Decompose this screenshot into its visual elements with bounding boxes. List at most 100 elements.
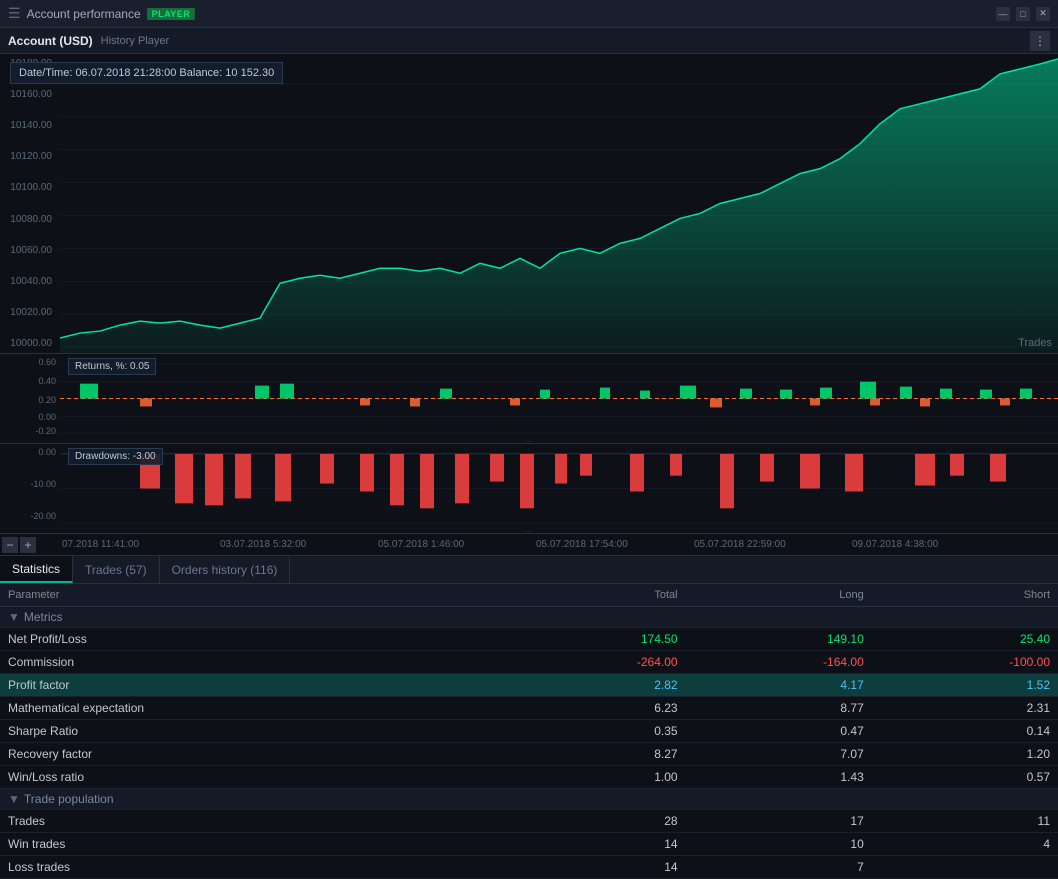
- long-cell: 7: [686, 856, 872, 879]
- resize-handle-returns[interactable]: ···: [476, 439, 582, 443]
- long-cell: 0.47: [686, 720, 872, 743]
- chart-y-label: 10160.00: [0, 89, 56, 100]
- title-text: Account performance: [27, 7, 141, 21]
- total-cell: 14: [499, 833, 685, 856]
- returns-chart: Returns, %: 0.05 0.60 0.40 0.20 0.00 -0.…: [0, 354, 1058, 444]
- param-cell: Win trades: [0, 833, 499, 856]
- short-cell: 11: [872, 810, 1058, 833]
- table-row[interactable]: Commission-264.00-164.00-100.00: [0, 651, 1058, 674]
- time-label-4: 05.07.2018 22:59:00: [694, 539, 786, 550]
- returns-tooltip: Returns, %: 0.05: [68, 358, 156, 375]
- total-cell: 14: [499, 856, 685, 879]
- tab-orders-history[interactable]: Orders history (116): [160, 556, 291, 583]
- long-cell: 4.17: [686, 674, 872, 697]
- col-parameter: Parameter: [0, 584, 499, 607]
- table-row[interactable]: Profit factor2.824.171.52: [0, 674, 1058, 697]
- zoom-out-button[interactable]: −: [2, 537, 18, 553]
- short-cell: 2.31: [872, 697, 1058, 720]
- time-label-3: 05.07.2018 17:54:00: [536, 539, 628, 550]
- col-long: Long: [686, 584, 872, 607]
- account-menu-button[interactable]: ⋮: [1030, 31, 1050, 51]
- table-row[interactable]: Recovery factor8.277.071.20: [0, 743, 1058, 766]
- expand-icon[interactable]: ▼: [8, 792, 20, 806]
- total-cell: 6.23: [499, 697, 685, 720]
- param-cell: Net Profit/Loss: [0, 628, 499, 651]
- main-chart-area[interactable]: [60, 54, 1058, 353]
- main-chart-y-axis: 10180.0010160.0010140.0010120.0010100.00…: [0, 54, 60, 353]
- short-cell: 25.40: [872, 628, 1058, 651]
- chart-y-label: 10080.00: [0, 214, 56, 225]
- expand-icon[interactable]: ▼: [8, 610, 20, 624]
- short-cell: 1.20: [872, 743, 1058, 766]
- tab-statistics[interactable]: Statistics: [0, 556, 73, 583]
- param-cell: Loss trades: [0, 856, 499, 879]
- long-cell: 10: [686, 833, 872, 856]
- stats-table-container[interactable]: Parameter Total Long Short ▼MetricsNet P…: [0, 584, 1058, 879]
- returns-y-1: 0.40: [38, 376, 56, 386]
- short-cell: -100.00: [872, 651, 1058, 674]
- time-label-2: 05.07.2018 1:46:00: [378, 539, 464, 550]
- table-row[interactable]: Trades281711: [0, 810, 1058, 833]
- chart-y-label: 10140.00: [0, 120, 56, 131]
- table-row[interactable]: Win trades14104: [0, 833, 1058, 856]
- main-chart-svg: [60, 54, 1058, 353]
- stats-table: Parameter Total Long Short ▼MetricsNet P…: [0, 584, 1058, 879]
- account-label: Account (USD): [8, 34, 93, 48]
- zoom-in-button[interactable]: +: [20, 537, 36, 553]
- close-button[interactable]: ✕: [1036, 7, 1050, 21]
- table-row[interactable]: Sharpe Ratio0.350.470.14: [0, 720, 1058, 743]
- chart-y-label: 10000.00: [0, 338, 56, 349]
- param-cell: Mathematical expectation: [0, 697, 499, 720]
- title-controls: — □ ✕: [996, 7, 1050, 21]
- chart-y-label: 10060.00: [0, 245, 56, 256]
- section-label: ▼Trade population: [0, 789, 1058, 810]
- param-cell: Recovery factor: [0, 743, 499, 766]
- account-bar: Account (USD) History Player ⋮: [0, 28, 1058, 54]
- total-cell: -264.00: [499, 651, 685, 674]
- table-row[interactable]: Loss trades147: [0, 856, 1058, 879]
- time-label-5: 09.07.2018 4:38:00: [852, 539, 938, 550]
- chart-y-label: 10020.00: [0, 307, 56, 318]
- resize-handle-drawdown[interactable]: ···: [476, 529, 582, 533]
- menu-icon[interactable]: ☰: [8, 5, 21, 22]
- player-badge: PLAYER: [147, 8, 196, 20]
- table-row[interactable]: Win/Loss ratio1.001.430.57: [0, 766, 1058, 789]
- table-row[interactable]: Net Profit/Loss174.50149.1025.40: [0, 628, 1058, 651]
- long-cell: 17: [686, 810, 872, 833]
- total-cell: 1.00: [499, 766, 685, 789]
- title-bar: ☰ Account performance PLAYER — □ ✕: [0, 0, 1058, 28]
- tab-trades[interactable]: Trades (57): [73, 556, 160, 583]
- total-cell: 0.35: [499, 720, 685, 743]
- zoom-controls: − +: [2, 537, 36, 553]
- table-row[interactable]: Mathematical expectation6.238.772.31: [0, 697, 1058, 720]
- returns-y-0: 0.60: [38, 357, 56, 367]
- minimize-button[interactable]: —: [996, 7, 1010, 21]
- returns-y-4: -0.20: [35, 426, 56, 436]
- drawdown-y-axis: 0.00 -10.00 -20.00: [0, 444, 60, 533]
- chart-y-label: 10100.00: [0, 182, 56, 193]
- section-header-row: ▼Trade population: [0, 789, 1058, 810]
- param-cell: Win/Loss ratio: [0, 766, 499, 789]
- time-label-0: 07.2018 11:41:00: [62, 539, 139, 550]
- drawdown-chart: Drawdowns: -3.00 0.00 -10.00 -20.00: [0, 444, 1058, 534]
- returns-svg: [60, 354, 1058, 443]
- section-header-row: ▼Metrics: [0, 607, 1058, 628]
- time-axis: − + 07.2018 11:41:00 03.07.2018 5:32:00 …: [0, 534, 1058, 556]
- maximize-button[interactable]: □: [1016, 7, 1030, 21]
- time-label-1: 03.07.2018 5:32:00: [220, 539, 306, 550]
- title-bar-left: ☰ Account performance PLAYER: [8, 5, 996, 22]
- short-cell: 1.52: [872, 674, 1058, 697]
- total-cell: 174.50: [499, 628, 685, 651]
- chart-y-label: 10040.00: [0, 276, 56, 287]
- account-sub: History Player: [101, 35, 169, 47]
- total-cell: 8.27: [499, 743, 685, 766]
- short-cell: 0.14: [872, 720, 1058, 743]
- short-cell: 0.57: [872, 766, 1058, 789]
- table-header-row: Parameter Total Long Short: [0, 584, 1058, 607]
- returns-y-2: 0.20: [38, 395, 56, 405]
- short-cell: [872, 856, 1058, 879]
- col-total: Total: [499, 584, 685, 607]
- long-cell: 149.10: [686, 628, 872, 651]
- param-cell: Profit factor: [0, 674, 499, 697]
- col-short: Short: [872, 584, 1058, 607]
